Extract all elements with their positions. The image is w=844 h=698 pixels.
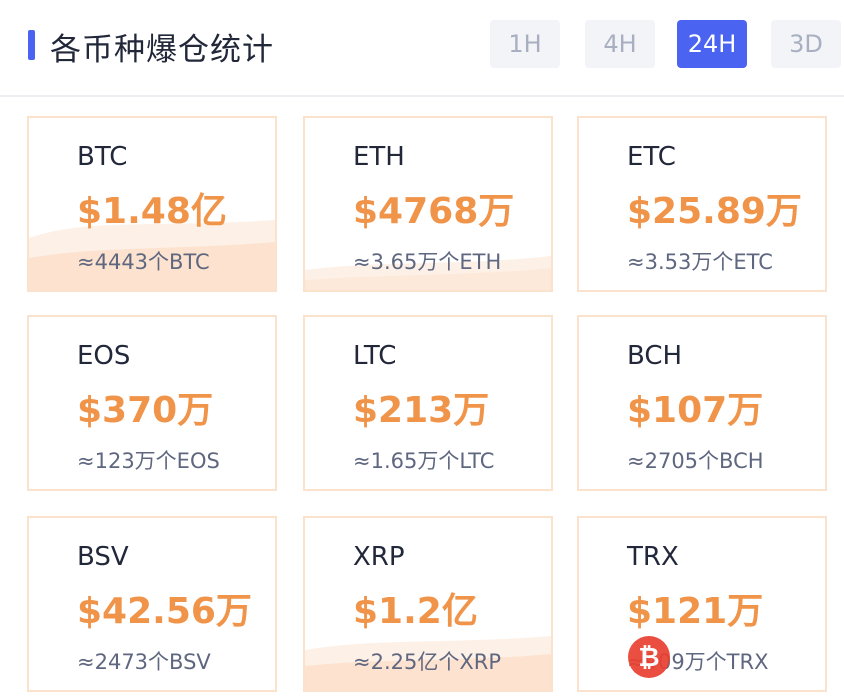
tab-3d[interactable]: 3D — [771, 20, 841, 68]
coin-symbol: ETH — [353, 142, 405, 172]
coin-symbol: LTC — [353, 341, 397, 371]
coin-symbol: BSV — [77, 542, 129, 572]
liquidation-quantity: ≈3.65万个ETH — [353, 250, 502, 274]
liquidation-amount: $4768万 — [353, 191, 515, 232]
coin-symbol: EOS — [77, 341, 131, 371]
coin-card-bch[interactable]: BCH $107万 ≈2705个BCH — [577, 315, 827, 491]
coin-card-xrp[interactable]: XRP $1.2亿 ≈2.25亿个XRP — [303, 516, 553, 692]
liquidation-amount: $1.2亿 — [353, 591, 478, 632]
header: 各币种爆仓统计 1H 4H 24H 3D — [0, 0, 844, 97]
tab-1h[interactable]: 1H — [490, 20, 560, 68]
coin-card-etc[interactable]: ETC $25.89万 ≈3.53万个ETC — [577, 116, 827, 292]
liquidation-amount: $107万 — [627, 390, 764, 431]
coin-card-trx[interactable]: TRX $121万 ≈909万个TRX — [577, 516, 827, 692]
liquidation-amount: $121万 — [627, 591, 764, 632]
liquidation-amount: $42.56万 — [77, 591, 252, 632]
liquidation-quantity: ≈1.65万个LTC — [353, 449, 495, 473]
tab-24h[interactable]: 24H — [677, 20, 747, 68]
coin-symbol: TRX — [627, 542, 679, 572]
liquidation-quantity: ≈123万个EOS — [77, 449, 220, 473]
coin-symbol: BCH — [627, 341, 683, 371]
coin-symbol: ETC — [627, 142, 676, 172]
bitcoin-icon: ₿ — [628, 636, 670, 678]
page-title: 各币种爆仓统计 — [50, 32, 274, 68]
liquidation-amount: $25.89万 — [627, 191, 802, 232]
liquidation-amount: $213万 — [353, 390, 490, 431]
coin-card-bsv[interactable]: BSV $42.56万 ≈2473个BSV — [27, 516, 277, 692]
liquidation-amount: $1.48亿 — [77, 191, 227, 232]
liquidation-quantity: ≈2473个BSV — [77, 650, 211, 674]
coin-card-btc[interactable]: BTC $1.48亿 ≈4443个BTC — [27, 116, 277, 292]
coin-card-eos[interactable]: EOS $370万 ≈123万个EOS — [27, 315, 277, 491]
coin-card-eth[interactable]: ETH $4768万 ≈3.65万个ETH — [303, 116, 553, 292]
coin-card-ltc[interactable]: LTC $213万 ≈1.65万个LTC — [303, 315, 553, 491]
liquidation-amount: $370万 — [77, 390, 214, 431]
coin-symbol: BTC — [77, 142, 128, 172]
title-accent-bar — [28, 30, 35, 60]
liquidation-quantity: ≈2705个BCH — [627, 449, 764, 473]
coin-symbol: XRP — [353, 542, 405, 572]
liquidation-quantity: ≈3.53万个ETC — [627, 250, 773, 274]
liquidation-quantity: ≈4443个BTC — [77, 250, 210, 274]
tab-4h[interactable]: 4H — [585, 20, 655, 68]
liquidation-quantity: ≈2.25亿个XRP — [353, 650, 501, 674]
